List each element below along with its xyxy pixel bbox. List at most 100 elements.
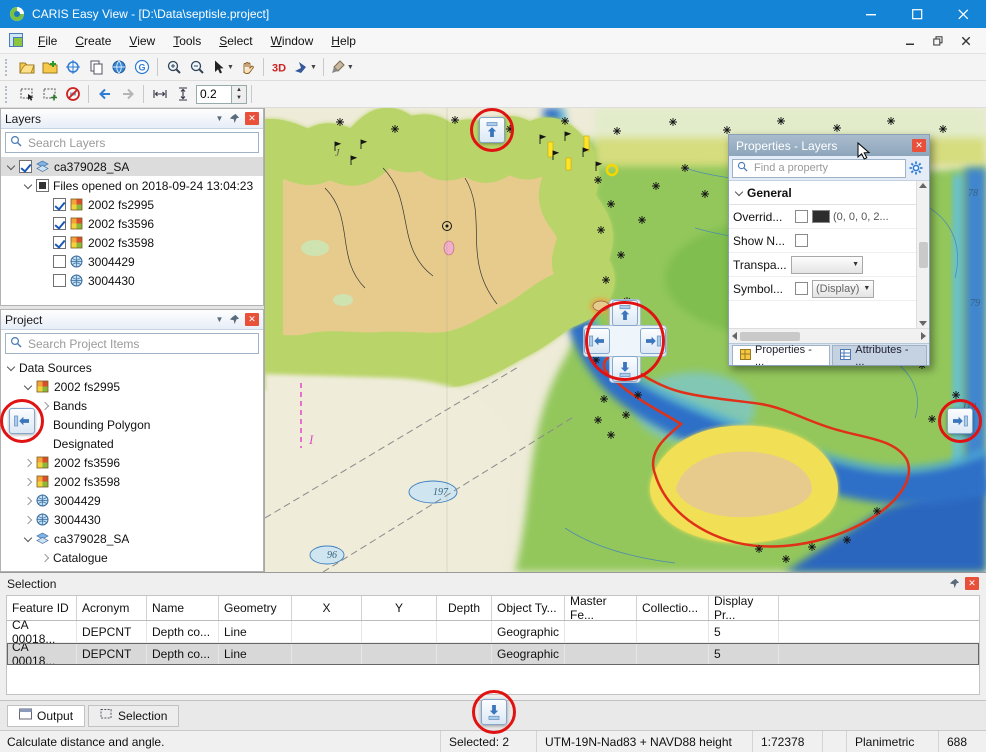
close-properties-icon[interactable]: ✕ [912, 139, 926, 152]
property-checkbox[interactable] [795, 234, 808, 247]
close-panel-icon[interactable]: ✕ [965, 577, 979, 590]
tree-item-ca379028-sa[interactable]: ca379028_SA [1, 157, 263, 176]
expander-icon[interactable] [5, 362, 17, 374]
tree-item-3004430[interactable]: 3004430 [1, 510, 263, 529]
dock-guide-center-left[interactable] [584, 328, 610, 354]
mdi-close-button[interactable] [952, 31, 980, 51]
measure-vertical-button[interactable] [171, 83, 194, 105]
tree-item-3004430[interactable]: 3004430 [1, 271, 263, 290]
tree-item-2002-fs3596[interactable]: 2002 fs3596 [1, 214, 263, 233]
layer-checkbox[interactable] [53, 255, 66, 268]
copy-button[interactable] [84, 56, 107, 78]
view-3d-button[interactable]: 3D [268, 56, 291, 78]
scroll-right-icon[interactable] [921, 332, 926, 340]
tab-properties[interactable]: Properties - ... [732, 345, 830, 365]
expander-icon[interactable] [22, 457, 34, 469]
measure-horizontal-button[interactable] [148, 83, 171, 105]
menu-select[interactable]: Select [210, 30, 261, 52]
close-panel-icon[interactable]: ✕ [245, 112, 259, 125]
select-none-button[interactable] [61, 83, 84, 105]
tab-output[interactable]: Output [7, 705, 85, 727]
close-panel-icon[interactable]: ✕ [245, 313, 259, 326]
toolbar-grip[interactable] [5, 59, 10, 76]
add-data-button[interactable] [38, 56, 61, 78]
expander-icon[interactable] [733, 187, 745, 199]
menu-create[interactable]: Create [66, 30, 120, 52]
expander-icon[interactable] [22, 381, 34, 393]
tree-item-2002-fs3596[interactable]: 2002 fs3596 [1, 453, 263, 472]
column-header-y[interactable]: Y [362, 596, 437, 620]
tree-item-ca379028-sa[interactable]: ca379028_SA [1, 529, 263, 548]
column-header-display-pr[interactable]: Display Pr... [709, 596, 779, 620]
property-section-general[interactable]: General [729, 181, 916, 205]
pin-icon[interactable] [227, 313, 242, 327]
google-earth-button[interactable]: G [130, 56, 153, 78]
properties-vscrollbar[interactable] [916, 181, 929, 328]
expander-icon[interactable] [39, 552, 51, 564]
dropdown-arrow-icon[interactable]: ▼ [310, 64, 317, 71]
tree-item-bands[interactable]: Bands [1, 396, 263, 415]
tree-item-catalogue[interactable]: Catalogue [1, 548, 263, 567]
menu-view[interactable]: View [120, 30, 164, 52]
layer-checkbox[interactable] [19, 160, 32, 173]
expander-icon[interactable] [22, 180, 34, 192]
scroll-up-icon[interactable] [919, 183, 927, 188]
property-row-overrid[interactable]: Overrid...(0, 0, 0, 2... [729, 205, 916, 229]
layer-checkbox[interactable] [53, 236, 66, 249]
web-map-button[interactable] [107, 56, 130, 78]
project-search[interactable] [5, 333, 259, 354]
panel-menu-icon[interactable]: ▼ [212, 112, 227, 126]
dock-guide-bottom-edge[interactable] [481, 699, 507, 725]
select-box-button[interactable] [38, 83, 61, 105]
table-row[interactable]: CA 00018...DEPCNTDepth co...LineGeograph… [7, 621, 979, 643]
layers-search-input[interactable] [26, 135, 254, 151]
tab-attributes[interactable]: Attributes - ... [832, 345, 927, 365]
dock-guide-center-top[interactable] [612, 300, 638, 326]
open-data-button[interactable] [15, 56, 38, 78]
paintbrush-button[interactable]: ▼ [328, 56, 356, 78]
pan-hand-button[interactable] [236, 56, 259, 78]
tree-item-2002-fs2995[interactable]: 2002 fs2995 [1, 195, 263, 214]
tree-item-3004429[interactable]: 3004429 [1, 491, 263, 510]
layer-checkbox[interactable] [53, 217, 66, 230]
expander-icon[interactable] [22, 514, 34, 526]
find-property-input[interactable] [752, 161, 901, 175]
property-checkbox[interactable] [795, 282, 808, 295]
select-cursor-button[interactable]: ▼ [208, 56, 236, 78]
scroll-left-icon[interactable] [732, 332, 737, 340]
expander-icon[interactable] [22, 533, 34, 545]
menu-help[interactable]: Help [322, 30, 365, 52]
properties-hscrollbar[interactable] [729, 328, 929, 343]
property-checkbox[interactable] [795, 210, 808, 223]
panel-menu-icon[interactable]: ▼ [212, 313, 227, 327]
column-header-feature-id[interactable]: Feature ID [7, 596, 77, 620]
dock-guide-center-bottom[interactable] [612, 356, 638, 382]
column-header-acronym[interactable]: Acronym [77, 596, 147, 620]
tree-item-2002-fs3598[interactable]: 2002 fs3598 [1, 472, 263, 491]
dropdown-arrow-icon[interactable]: ▼ [347, 64, 354, 71]
dock-guide-right[interactable] [947, 408, 973, 434]
layer-checkbox[interactable] [36, 179, 49, 192]
expander-icon[interactable] [39, 400, 51, 412]
menu-tools[interactable]: Tools [164, 30, 210, 52]
tree-item-2002-fs2995[interactable]: 2002 fs2995 [1, 377, 263, 396]
dropdown-arrow-icon[interactable]: ▼ [227, 64, 234, 71]
column-header-collectio[interactable]: Collectio... [637, 596, 709, 620]
mdi-restore-button[interactable] [924, 31, 952, 51]
column-header-depth[interactable]: Depth [437, 596, 492, 620]
tree-item-2002-fs3598[interactable]: 2002 fs3598 [1, 233, 263, 252]
column-header-geometry[interactable]: Geometry [219, 596, 292, 620]
property-row-symbol[interactable]: Symbol...(Display)▼ [729, 277, 916, 301]
scroll-thumb[interactable] [919, 242, 928, 268]
prev-view-button[interactable] [93, 83, 116, 105]
menu-file[interactable]: File [29, 30, 66, 52]
scroll-down-icon[interactable] [919, 321, 927, 326]
color-swatch[interactable] [812, 210, 830, 223]
gear-icon[interactable] [906, 161, 926, 175]
tree-item-files-opened-on-2018-09-24-13-04-23[interactable]: Files opened on 2018-09-24 13:04:23 [1, 176, 263, 195]
tolerance-input[interactable] [196, 85, 232, 104]
next-view-button[interactable] [116, 83, 139, 105]
fly-through-button[interactable]: ▼ [291, 56, 319, 78]
zoom-in-button[interactable] [162, 56, 185, 78]
expander-icon[interactable] [5, 161, 17, 173]
